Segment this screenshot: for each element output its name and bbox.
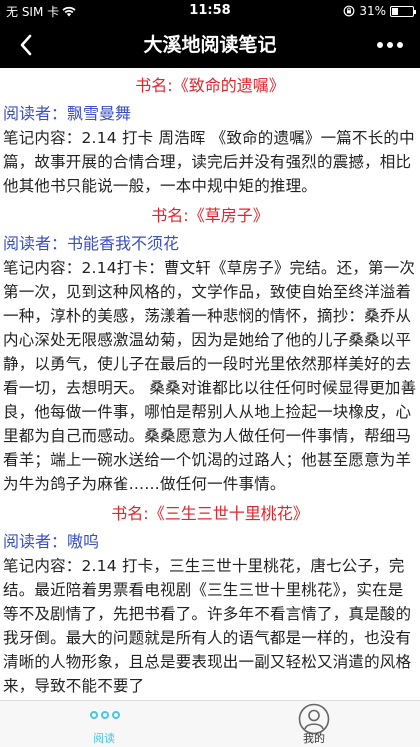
battery-percent: 31% [359,4,386,18]
nav-bar: 大溪地阅读笔记 [0,22,420,68]
more-button[interactable] [370,22,410,68]
tab-mine-label: 我的 [303,732,325,745]
note-content: 笔记内容：2.14打卡：曹文轩《草房子》完结。还，第一次第一次，见到这种风格的，… [3,259,417,493]
tab-read-label: 阅读 [93,732,115,745]
reading-dots-icon [90,711,120,719]
note-entry: 书名:《三生三世十里桃花》 阅读者：嗷呜 笔记内容：2.14 打卡，三生三世十里… [3,502,417,698]
battery-group: 31% [343,0,416,22]
reader-name: 阅读者：飘雪曼舞 [3,104,132,123]
back-button[interactable] [8,22,44,68]
reader-name: 阅读者：书能香我不须花 [3,234,180,253]
user-icon [298,703,330,735]
tab-mine[interactable]: 我的 [274,701,354,747]
battery-icon [390,5,416,17]
chevron-left-icon [20,34,32,56]
status-bar: 无 SIM 卡 11:58 31% [0,0,420,22]
more-dot-icon [377,42,383,48]
note-content: 笔记内容：2.14 打卡 周浩晖 《致命的遗嘱》一篇不长的中篇，故事开展的合情合… [3,129,415,195]
page-title: 大溪地阅读笔记 [143,34,277,56]
note-content: 笔记内容：2.14 打卡，三生三世十里桃花，唐七公子，完结。最近陪着男票看电视剧… [3,557,412,695]
notes-list[interactable]: 书名:《致命的遗嘱》 阅读者：飘雪曼舞 笔记内容：2.14 打卡 周浩晖 《致命… [0,68,420,700]
tab-bar: 阅读 我的 [0,700,420,747]
more-dot-icon [397,42,403,48]
book-title: 书名:《三生三世十里桃花》 [111,504,309,523]
book-title: 书名:《草房子》 [151,206,269,225]
more-dot-icon [387,42,393,48]
orientation-lock-icon [343,5,355,17]
reader-name: 阅读者：嗷呜 [3,532,100,551]
tab-read[interactable]: 阅读 [64,701,144,747]
note-entry: 书名:《草房子》 阅读者：书能香我不须花 笔记内容：2.14打卡：曹文轩《草房子… [3,204,417,496]
book-title: 书名:《致命的遗嘱》 [135,76,285,95]
note-entry: 书名:《致命的遗嘱》 阅读者：飘雪曼舞 笔记内容：2.14 打卡 周浩晖 《致命… [3,74,417,198]
